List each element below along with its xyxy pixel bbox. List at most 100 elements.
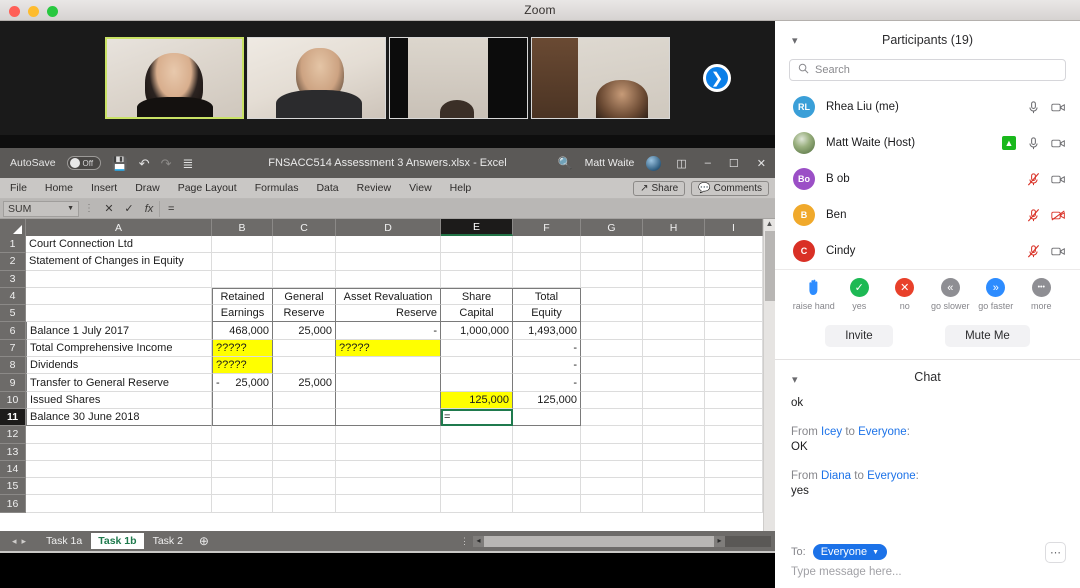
insert-function-icon[interactable]: fx: [139, 203, 159, 215]
cell-C4[interactable]: General: [273, 287, 336, 306]
cell-C14[interactable]: [273, 460, 336, 479]
cell-D4[interactable]: Asset Revaluation: [336, 287, 441, 306]
table-row[interactable]: 9 Transfer to General Reserve - 25,000 2…: [0, 374, 775, 392]
column-header-B[interactable]: B: [212, 219, 273, 236]
maximize-window-button[interactable]: [47, 6, 58, 17]
cancel-icon[interactable]: ✕: [99, 202, 119, 215]
cell-I14[interactable]: [705, 460, 763, 479]
cell-E14[interactable]: [441, 460, 513, 479]
list-item[interactable]: Bo B ob: [775, 161, 1080, 197]
cell-E16[interactable]: [441, 495, 513, 513]
more-reactions-button[interactable]: ••• more: [1019, 278, 1065, 311]
cell-B15[interactable]: [212, 478, 273, 496]
cell-I12[interactable]: [705, 426, 763, 444]
cell-A7[interactable]: Total Comprehensive Income: [26, 339, 212, 358]
row-header-7[interactable]: 7: [0, 339, 26, 358]
cell-D9[interactable]: [336, 374, 441, 392]
cell-D8[interactable]: [336, 357, 441, 375]
chevron-down-icon[interactable]: ▾: [792, 34, 798, 47]
cell-D5[interactable]: Reserve: [336, 305, 441, 323]
scrollbar-thumb[interactable]: [765, 231, 775, 301]
cell-E11[interactable]: =: [441, 408, 513, 427]
formula-input[interactable]: =: [159, 200, 775, 217]
cell-I15[interactable]: [705, 478, 763, 496]
cell-B4[interactable]: Retained: [212, 287, 273, 306]
cell-E4[interactable]: Share: [441, 287, 513, 306]
cell-I13[interactable]: [705, 443, 763, 461]
cell-I5[interactable]: [705, 305, 763, 323]
cell-G15[interactable]: [581, 478, 643, 496]
cell-H10[interactable]: [643, 391, 705, 409]
row-header-3[interactable]: 3: [0, 270, 26, 288]
cell-A16[interactable]: [26, 495, 212, 513]
cell-I2[interactable]: [705, 253, 763, 271]
cell-H4[interactable]: [643, 287, 705, 306]
go-faster-button[interactable]: » go faster: [973, 278, 1019, 311]
cell-F11[interactable]: [513, 408, 581, 427]
cell-D16[interactable]: [336, 495, 441, 513]
chat-recipient-selector[interactable]: Everyone ▼: [812, 544, 888, 560]
cell-A12[interactable]: [26, 426, 212, 444]
sheet-nav-icons[interactable]: ◂▸: [6, 536, 37, 547]
cell-A14[interactable]: [26, 460, 212, 479]
cell-H7[interactable]: [643, 339, 705, 358]
cell-A13[interactable]: [26, 443, 212, 461]
cell-F12[interactable]: [513, 426, 581, 444]
cell-B13[interactable]: [212, 443, 273, 461]
name-box[interactable]: SUM ▼: [3, 200, 79, 217]
cell-G9[interactable]: [581, 374, 643, 392]
enter-icon[interactable]: ✓: [119, 202, 139, 215]
sheet-tab-task-1b[interactable]: Task 1b: [91, 533, 144, 549]
cell-I7[interactable]: [705, 339, 763, 358]
ribbon-tab-page-layout[interactable]: Page Layout: [178, 182, 237, 194]
table-row[interactable]: 4 Retained General Asset Revaluation Sha…: [0, 287, 775, 306]
cell-A10[interactable]: Issued Shares: [26, 391, 212, 409]
cell-A5[interactable]: [26, 305, 212, 323]
video-on-icon[interactable]: [1051, 244, 1066, 259]
search-input[interactable]: Search: [789, 59, 1066, 81]
cell-C9[interactable]: 25,000: [273, 374, 336, 392]
restore-icon[interactable]: ☐: [726, 157, 742, 170]
cell-G16[interactable]: [581, 495, 643, 513]
row-header-2[interactable]: 2: [0, 253, 26, 271]
cell-B11[interactable]: [212, 408, 273, 427]
more-options-icon[interactable]: ⋯: [1045, 542, 1066, 563]
sheet-tab-task-2[interactable]: Task 2: [146, 533, 190, 549]
table-row[interactable]: 12: [0, 426, 775, 444]
mute-me-button[interactable]: Mute Me: [945, 325, 1030, 347]
split-handle-icon[interactable]: ⋮: [460, 536, 469, 547]
undo-icon[interactable]: ↶: [139, 157, 150, 170]
cell-G12[interactable]: [581, 426, 643, 444]
ribbon-tab-formulas[interactable]: Formulas: [255, 182, 299, 194]
row-header-4[interactable]: 4: [0, 287, 26, 306]
cell-H8[interactable]: [643, 357, 705, 375]
row-header-13[interactable]: 13: [0, 443, 26, 461]
row-header-9[interactable]: 9: [0, 374, 26, 392]
cell-G5[interactable]: [581, 305, 643, 323]
cell-H14[interactable]: [643, 460, 705, 479]
cell-G2[interactable]: [581, 253, 643, 271]
cell-I1[interactable]: [705, 236, 763, 254]
cell-D13[interactable]: [336, 443, 441, 461]
cell-E15[interactable]: [441, 478, 513, 496]
column-header-C[interactable]: C: [273, 219, 336, 236]
table-row[interactable]: 10 Issued Shares 125,000 125,000: [0, 391, 775, 409]
cell-C8[interactable]: [273, 357, 336, 375]
cell-B1[interactable]: [212, 236, 273, 254]
cell-F3[interactable]: [513, 270, 581, 288]
column-header-A[interactable]: A: [26, 219, 212, 236]
cell-B10[interactable]: [212, 391, 273, 409]
table-row[interactable]: 1 Court Connection Ltd: [0, 236, 775, 254]
row-header-11[interactable]: 11: [0, 408, 26, 427]
cell-A6[interactable]: Balance 1 July 2017: [26, 322, 212, 340]
column-header-H[interactable]: H: [643, 219, 705, 236]
row-header-5[interactable]: 5: [0, 305, 26, 323]
table-row[interactable]: 3: [0, 270, 775, 288]
cell-H3[interactable]: [643, 270, 705, 288]
cell-E13[interactable]: [441, 443, 513, 461]
mic-muted-icon[interactable]: [1026, 244, 1041, 259]
cell-F14[interactable]: [513, 460, 581, 479]
cell-G14[interactable]: [581, 460, 643, 479]
mic-on-icon[interactable]: [1026, 100, 1041, 115]
table-row[interactable]: 11 Balance 30 June 2018 =: [0, 408, 775, 427]
